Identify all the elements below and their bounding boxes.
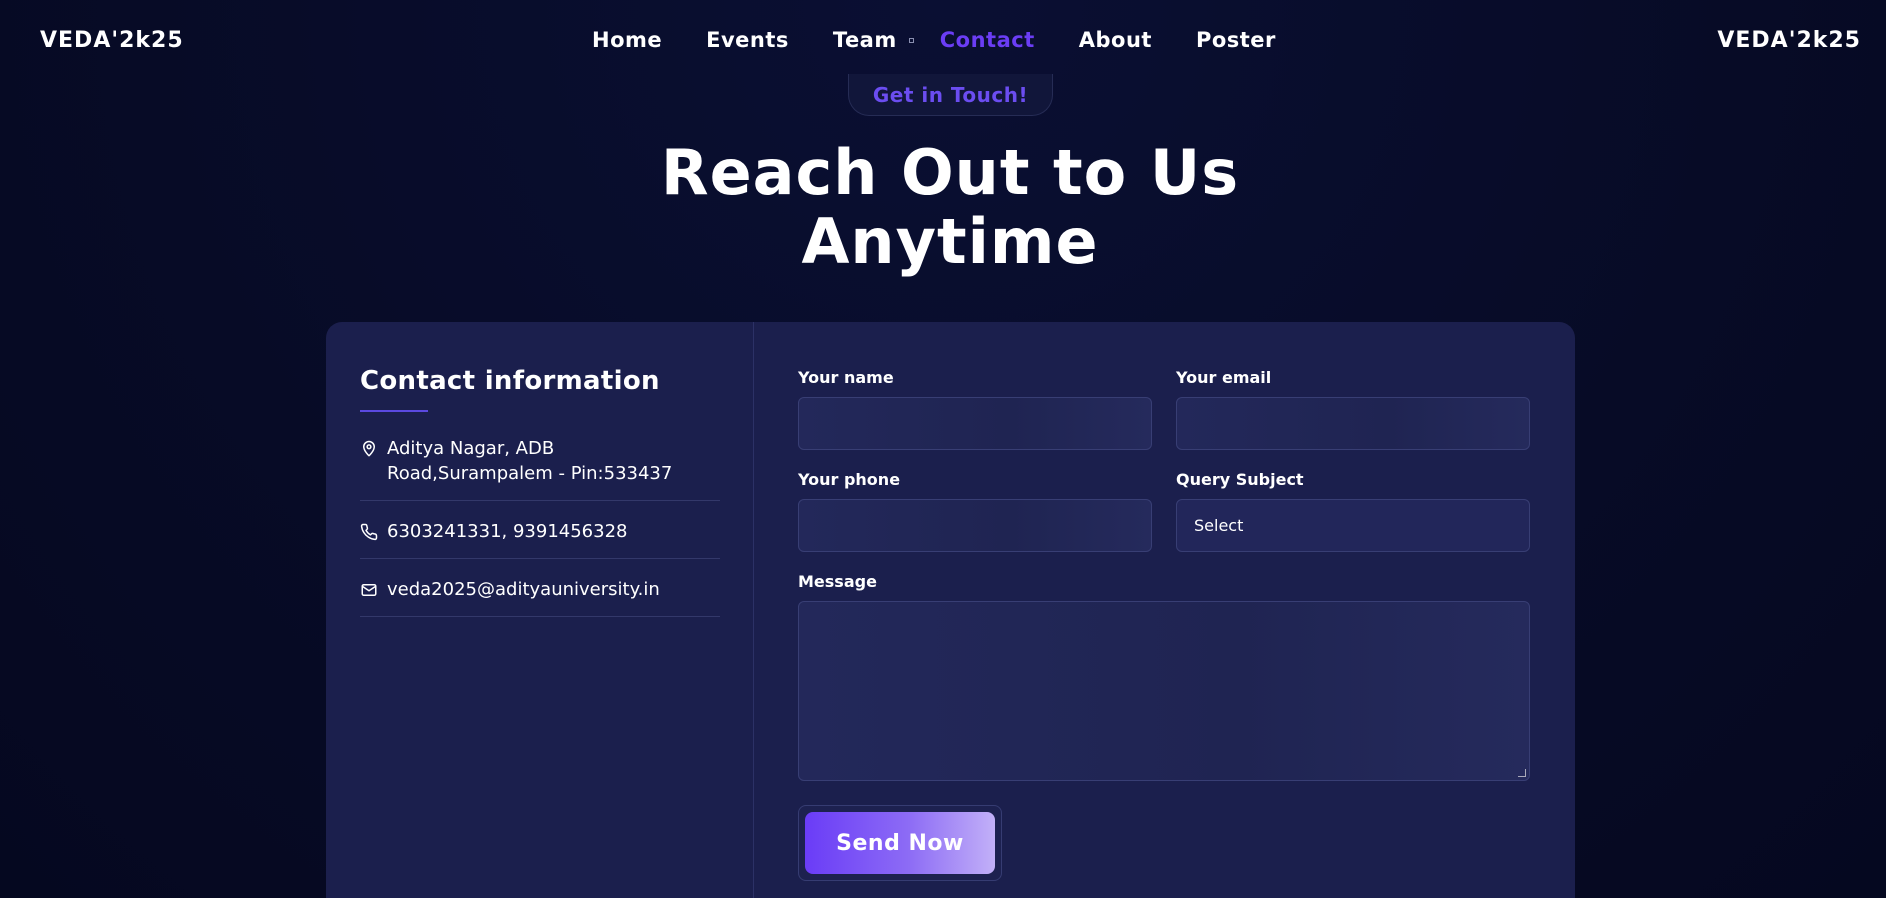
nav-separator-dot: [908, 37, 914, 43]
page-title-line-2: Anytime: [801, 205, 1099, 278]
nav-item-team[interactable]: Team: [833, 28, 897, 52]
phone-row: 6303241331, 9391456328: [360, 501, 720, 559]
mail-icon: [361, 584, 377, 596]
send-now-button[interactable]: Send Now: [805, 812, 995, 874]
nav-item-poster[interactable]: Poster: [1196, 28, 1276, 52]
email-input[interactable]: [1176, 397, 1530, 450]
email-text[interactable]: veda2025@adityauniversity.in: [387, 577, 660, 602]
card-divider: [753, 322, 754, 898]
subject-label: Query Subject: [1176, 470, 1304, 489]
subject-field-group: Query Subject Select: [1176, 470, 1530, 552]
phone-label: Your phone: [798, 470, 901, 489]
email-label: Your email: [1176, 368, 1272, 387]
top-nav: VEDA'2k25 Home Events Team Contact About…: [0, 0, 1886, 84]
name-input[interactable]: [798, 397, 1152, 450]
location-pin-icon: [363, 440, 375, 457]
phone-field-group: Your phone: [798, 470, 1152, 552]
form-row-2: Your phone Query Subject Select: [798, 470, 1530, 552]
send-button-frame: Send Now: [798, 805, 1002, 881]
nav-item-events[interactable]: Events: [706, 28, 789, 52]
contact-form: Your name Your email Your phone Query Su…: [798, 368, 1530, 881]
nav-item-about[interactable]: About: [1079, 28, 1152, 52]
message-label: Message: [798, 572, 877, 591]
phone-icon: [360, 523, 378, 541]
email-row: veda2025@adityauniversity.in: [360, 559, 720, 617]
query-subject-value: Select: [1194, 516, 1244, 535]
page-title-line-1: Reach Out to Us: [660, 136, 1240, 209]
name-label: Your name: [798, 368, 894, 387]
address-text: Aditya Nagar, ADB Road,Surampalem - Pin:…: [387, 438, 673, 484]
phone-input[interactable]: [798, 499, 1152, 552]
query-subject-select[interactable]: Select: [1176, 499, 1530, 552]
get-in-touch-badge: Get in Touch!: [848, 74, 1053, 116]
nav-item-contact[interactable]: Contact: [940, 28, 1035, 52]
contact-info-panel: Contact information Aditya Nagar, ADB Ro…: [360, 366, 720, 617]
phone-text[interactable]: 6303241331, 9391456328: [387, 519, 628, 544]
name-field-group: Your name: [798, 368, 1152, 450]
resize-handle-icon[interactable]: [1518, 769, 1526, 777]
address-row: Aditya Nagar, ADB Road,Surampalem - Pin:…: [360, 412, 720, 501]
page-title: Reach Out to Us Anytime: [0, 138, 1886, 276]
brand-logo-right[interactable]: VEDA'2k25: [1717, 28, 1861, 53]
email-field-group: Your email: [1176, 368, 1530, 450]
contact-card: Contact information Aditya Nagar, ADB Ro…: [326, 322, 1575, 898]
nav-menu: Home Events Team Contact About Poster: [592, 28, 1320, 52]
message-textarea[interactable]: [798, 601, 1530, 781]
contact-info-heading: Contact information: [360, 366, 660, 396]
form-row-1: Your name Your email: [798, 368, 1530, 450]
nav-item-home[interactable]: Home: [592, 28, 662, 52]
brand-logo-left[interactable]: VEDA'2k25: [40, 28, 184, 53]
